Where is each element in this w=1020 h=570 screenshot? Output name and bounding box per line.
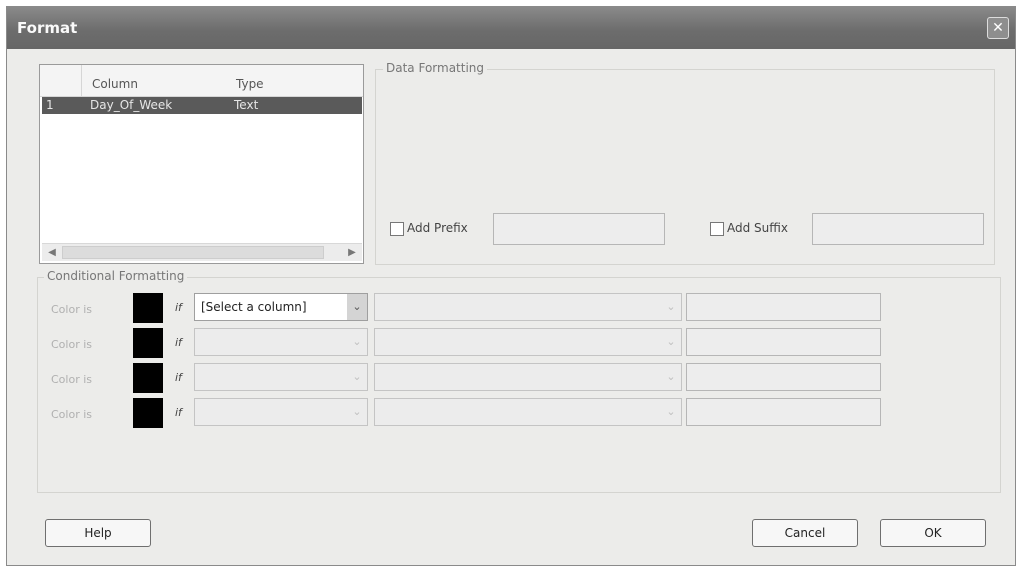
- dialog-title: Format: [17, 19, 78, 37]
- scrollbar-thumb[interactable]: [62, 246, 324, 259]
- chevron-down-icon[interactable]: ⌄: [347, 329, 367, 355]
- title-bar[interactable]: Format ✕: [7, 7, 1015, 49]
- chevron-down-icon[interactable]: ⌄: [347, 294, 367, 320]
- prefix-input[interactable]: [493, 213, 665, 245]
- ok-button[interactable]: OK: [880, 519, 986, 547]
- color-is-label: Color is: [51, 338, 93, 351]
- format-dialog: Format ✕ Column Type 1 Day_Of_Week Text …: [6, 6, 1016, 566]
- column-list[interactable]: Column Type 1 Day_Of_Week Text ◀ ▶: [39, 64, 364, 264]
- conditional-formatting-legend: Conditional Formatting: [44, 269, 188, 283]
- color-is-label: Color is: [51, 408, 93, 421]
- operator-select[interactable]: ⌄: [374, 328, 682, 356]
- add-prefix-checkbox[interactable]: [390, 222, 404, 236]
- operator-select[interactable]: ⌄: [374, 293, 682, 321]
- if-label: if: [175, 336, 182, 349]
- column-select-value: [Select a column]: [201, 300, 307, 314]
- chevron-down-icon[interactable]: ⌄: [661, 294, 681, 320]
- suffix-input[interactable]: [812, 213, 984, 245]
- chevron-down-icon[interactable]: ⌄: [347, 399, 367, 425]
- condition-value-input[interactable]: [686, 398, 881, 426]
- chevron-down-icon[interactable]: ⌄: [347, 364, 367, 390]
- condition-value-input[interactable]: [686, 328, 881, 356]
- column-select[interactable]: ⌄: [194, 398, 368, 426]
- row-header-corner: [40, 65, 82, 97]
- color-swatch[interactable]: [133, 398, 163, 428]
- column-select[interactable]: ⌄: [194, 363, 368, 391]
- table-row[interactable]: 1 Day_Of_Week Text: [42, 97, 362, 114]
- color-is-label: Color is: [51, 303, 93, 316]
- add-suffix-label: Add Suffix: [727, 221, 788, 235]
- add-prefix-label: Add Prefix: [407, 221, 468, 235]
- scroll-left-icon[interactable]: ◀: [44, 246, 60, 260]
- operator-select[interactable]: ⌄: [374, 398, 682, 426]
- chevron-down-icon[interactable]: ⌄: [661, 329, 681, 355]
- operator-select[interactable]: ⌄: [374, 363, 682, 391]
- color-is-label: Color is: [51, 373, 93, 386]
- column-header-column[interactable]: Column: [92, 77, 138, 91]
- add-suffix-checkbox[interactable]: [710, 222, 724, 236]
- if-label: if: [175, 406, 182, 419]
- column-header-type[interactable]: Type: [236, 77, 264, 91]
- column-list-header: Column Type: [40, 65, 363, 97]
- row-column-name: Day_Of_Week: [90, 98, 173, 112]
- condition-value-input[interactable]: [686, 293, 881, 321]
- row-index: 1: [46, 98, 54, 112]
- chevron-down-icon[interactable]: ⌄: [661, 364, 681, 390]
- condition-value-input[interactable]: [686, 363, 881, 391]
- data-formatting-legend: Data Formatting: [383, 61, 488, 75]
- close-icon[interactable]: ✕: [987, 17, 1009, 39]
- chevron-down-icon[interactable]: ⌄: [661, 399, 681, 425]
- column-select[interactable]: [Select a column] ⌄: [194, 293, 368, 321]
- if-label: if: [175, 371, 182, 384]
- horizontal-scrollbar[interactable]: ◀ ▶: [42, 243, 362, 261]
- row-column-type: Text: [234, 98, 259, 112]
- cancel-button[interactable]: Cancel: [752, 519, 858, 547]
- column-select[interactable]: ⌄: [194, 328, 368, 356]
- color-swatch[interactable]: [133, 293, 163, 323]
- scroll-right-icon[interactable]: ▶: [344, 246, 360, 260]
- color-swatch[interactable]: [133, 328, 163, 358]
- if-label: if: [175, 301, 182, 314]
- help-button[interactable]: Help: [45, 519, 151, 547]
- color-swatch[interactable]: [133, 363, 163, 393]
